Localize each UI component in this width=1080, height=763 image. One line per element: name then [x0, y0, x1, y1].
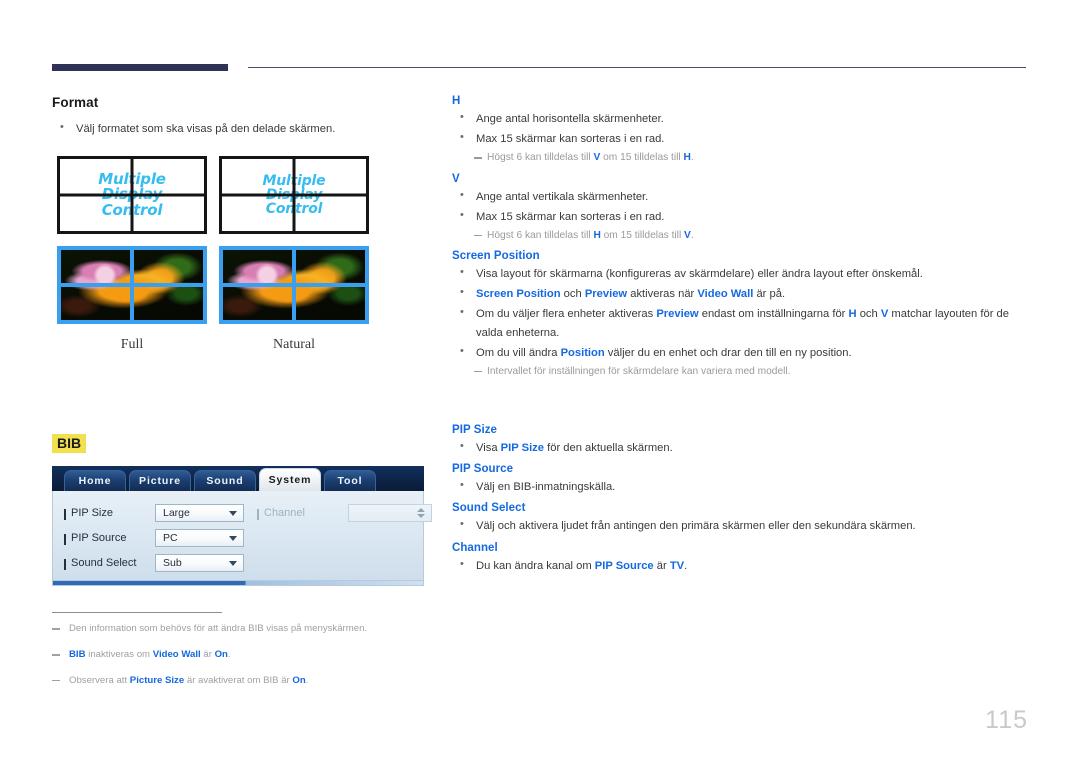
osd-select-value: Large	[163, 506, 190, 519]
list-item: Om du väljer flera enheter aktiveras Pre…	[452, 304, 1030, 341]
tile-divider-horizontal	[223, 283, 365, 288]
left-column: Format Välj formatet som ska visas på de…	[52, 95, 432, 700]
tab-home[interactable]: Home	[64, 470, 126, 492]
section-heading: V	[452, 172, 460, 185]
footnote-item: Observera att Picture Size är avaktivera…	[52, 674, 432, 689]
right-section: H Ange antal horisontella skärmenheter.Ma…	[452, 95, 1030, 167]
section-heading: PIP Source	[452, 463, 514, 476]
format-bullet-list: Välj formatet som ska visas på den delad…	[52, 119, 432, 138]
osd-label-pip-size: PIP Size	[63, 507, 155, 520]
pip-heading-wrap: BIB	[52, 434, 432, 454]
osd-row-pip-size: PIP Size Large	[63, 500, 244, 525]
osd-panel: PIP Size Large PIP Source PC Sound Selec…	[52, 491, 432, 582]
osd-select-pip-size[interactable]: Large	[155, 503, 244, 522]
section-note: Intervallet för inställningen för skärmd…	[452, 364, 1030, 380]
right-column: HAnge antal horisontella skärmenheter.Ma…	[452, 95, 1030, 581]
osd-spinner-channel[interactable]	[348, 503, 432, 522]
list-item: Max 15 skärmar kan sorteras i en rad.	[452, 207, 1030, 226]
chevron-down-icon	[229, 560, 237, 566]
osd-label-sound-select: Sound Select	[63, 557, 155, 570]
osd-select-pip-source[interactable]: PC	[155, 528, 244, 547]
tab-system[interactable]: System	[259, 468, 321, 492]
format-heading: Format	[52, 95, 99, 110]
osd-row-sound-select: Sound Select Sub	[63, 550, 244, 575]
chevron-up-icon	[417, 507, 425, 512]
osd-label-channel: Channel	[256, 507, 348, 520]
right-section: Channel Du kan ändra kanal om PIP Source …	[452, 542, 1030, 575]
right-section: PIP SourceVälj en BIB-inmatningskälla.	[452, 463, 1030, 496]
format-label-natural: Natural	[273, 337, 315, 353]
list-item: Visa layout för skärmarna (konfigureras …	[452, 264, 1030, 283]
right-section: PIP SizeVisa PIP Size för den aktuella s…	[452, 424, 1030, 457]
osd-label-pip-source: PIP Source	[63, 532, 155, 545]
section-heading: PIP Size	[452, 424, 497, 437]
tile-divider-horizontal	[60, 193, 204, 197]
video-wall-photo-tile	[57, 246, 207, 325]
osd-row-channel: Channel	[256, 500, 432, 525]
video-wall-text-tile: Multiple Display Control	[57, 156, 207, 235]
section-bullet-list: Ange antal horisontella skärmenheter.Max…	[452, 109, 1030, 148]
section-bullet-list: Välj och aktivera ljudet från antingen d…	[452, 516, 1030, 535]
list-item: Du kan ändra kanal om PIP Source är TV.	[452, 556, 1030, 575]
osd-menu-screenshot: Home Picture Sound System Tool PIP Size …	[52, 466, 432, 587]
list-item: Ange antal horisontella skärmenheter.	[452, 109, 1030, 128]
right-section: Screen PositionVisa layout för skärmarna…	[452, 250, 1030, 380]
format-label-full: Full	[120, 337, 144, 353]
osd-row-pip-source: PIP Source PC	[63, 525, 244, 550]
format-diagram-full: Multiple Display Control Full	[57, 156, 207, 353]
tile-divider-horizontal	[222, 193, 366, 197]
list-item: Välj en BIB-inmatningskälla.	[452, 477, 1030, 496]
right-section: V Ange antal vertikala skärmenheter.Max 1…	[452, 173, 1030, 245]
list-item: Välj formatet som ska visas på den delad…	[52, 119, 432, 138]
footnote-item: Den information som behövs för att ändra…	[52, 622, 432, 637]
osd-select-value: Sub	[163, 556, 182, 569]
section-bullet-list: Du kan ändra kanal om PIP Source är TV.	[452, 556, 1030, 575]
tile-divider-horizontal	[61, 283, 203, 288]
header-rule-thick	[52, 64, 228, 71]
list-item: Visa PIP Size för den aktuella skärmen.	[452, 438, 1030, 457]
osd-settings-left: PIP Size Large PIP Source PC Sound Selec…	[53, 491, 244, 580]
pip-heading: BIB	[52, 434, 87, 454]
section-bullet-list: Välj en BIB-inmatningskälla.	[452, 477, 1030, 496]
list-item: Om du vill ändra Position väljer du en e…	[452, 343, 1030, 362]
osd-settings-right: Channel	[244, 491, 432, 580]
video-wall-text-tile: Multiple Display Control	[219, 156, 369, 235]
section-heading: Channel	[452, 541, 498, 554]
footnotes-block: Den information som behövs för att ändra…	[52, 612, 432, 689]
header-rule-thin	[248, 67, 1026, 68]
tab-picture[interactable]: Picture	[129, 470, 191, 492]
section-bullet-list: Ange antal vertikala skärmenheter.Max 15…	[452, 187, 1030, 226]
chevron-down-icon	[417, 513, 425, 518]
format-diagram-natural: Multiple Display Control Natural	[219, 156, 369, 353]
section-bullet-list: Visa PIP Size för den aktuella skärmen.	[452, 438, 1030, 457]
document-page: Format Välj formatet som ska visas på de…	[0, 0, 1080, 763]
footnote-item: BIB inaktiveras om Video Wall är On.	[52, 648, 432, 663]
osd-select-sound-select[interactable]: Sub	[155, 553, 244, 572]
footnote-divider	[52, 612, 222, 614]
section-heading: H	[452, 95, 461, 107]
section-bullet-list: Visa layout för skärmarna (konfigureras …	[452, 264, 1030, 362]
osd-select-value: PC	[163, 531, 178, 544]
list-item: Max 15 skärmar kan sorteras i en rad.	[452, 129, 1030, 148]
chevron-down-icon	[229, 535, 237, 541]
tab-sound[interactable]: Sound	[194, 470, 256, 492]
section-note: Högst 6 kan tilldelas till H om 15 tilld…	[452, 228, 1030, 244]
page-number: 115	[985, 706, 1028, 734]
format-diagrams: Multiple Display Control Full	[52, 156, 432, 406]
header-rule	[52, 63, 1026, 73]
section-heading: Sound Select	[452, 502, 526, 515]
list-item: Välj och aktivera ljudet från antingen d…	[452, 516, 1030, 535]
chevron-down-icon	[229, 510, 237, 516]
section-note: Högst 6 kan tilldelas till V om 15 tilld…	[452, 150, 1030, 166]
right-section: Sound SelectVälj och aktivera ljudet frå…	[452, 502, 1030, 535]
osd-status-bar	[52, 581, 424, 587]
section-heading: Screen Position	[452, 250, 540, 263]
osd-tab-bar: Home Picture Sound System Tool	[52, 466, 424, 492]
tab-tool[interactable]: Tool	[324, 470, 376, 492]
list-item: Screen Position och Preview aktiveras nä…	[452, 284, 1030, 303]
list-item: Ange antal vertikala skärmenheter.	[452, 187, 1030, 206]
video-wall-photo-tile	[219, 246, 369, 325]
